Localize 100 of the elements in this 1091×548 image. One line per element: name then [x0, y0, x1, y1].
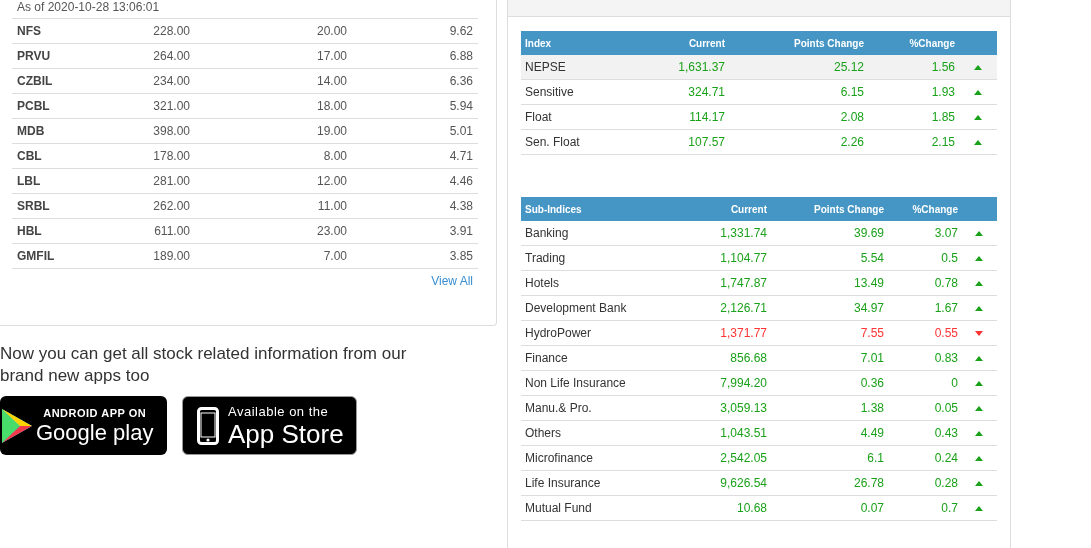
table-cell-text: 178.00 [152, 149, 191, 163]
column-header: Current [687, 37, 726, 49]
table-cell-text: NEPSE [524, 60, 567, 74]
table-cell-text: 39.69 [852, 226, 885, 240]
table-cell-text: 324.71 [687, 85, 726, 99]
table-cell-text: 281.00 [152, 174, 191, 188]
table-cell-text: CBL [16, 149, 43, 163]
table-cell-text: SRBL [16, 199, 51, 213]
table-cell-text: 0.07 [859, 501, 885, 515]
table-cell-text: 1.56 [930, 60, 956, 74]
table-cell-text: 234.00 [152, 74, 191, 88]
table-cell-text: 1.67 [933, 301, 959, 315]
table-cell-text: 8.00 [322, 149, 348, 163]
table-cell-text: Sensitive [524, 85, 575, 99]
play-triangle-icon [2, 408, 32, 443]
table-cell-text: Development Bank [524, 301, 628, 315]
table-cell-text: 9,626.54 [719, 476, 768, 490]
table-cell-text: 2,126.71 [719, 301, 768, 315]
table-cell-text: MDB [16, 124, 46, 138]
table-cell-text: 0.28 [933, 476, 959, 490]
table-cell-text: 4.49 [859, 426, 885, 440]
table-cell-text: Hotels [524, 276, 560, 290]
table-cell-text: 4.46 [448, 174, 474, 188]
table-cell-text: Float [524, 110, 553, 124]
table-cell-text: 107.57 [687, 135, 726, 149]
table-cell-text: 0 [950, 376, 959, 390]
table-cell-text: 5.94 [448, 99, 474, 113]
table-cell-text: Mutual Fund [524, 501, 593, 515]
table-cell-text: Banking [524, 226, 570, 240]
table-cell-text: 0.5 [940, 251, 959, 265]
table-cell-text: 4.38 [448, 199, 474, 213]
app-store-badge[interactable]: Available on the App Store [182, 396, 357, 455]
google-play-badge[interactable]: ANDROID APP ON Google play [0, 396, 167, 455]
table-cell-text: 1.93 [930, 85, 956, 99]
table-cell-text: 0.55 [933, 326, 959, 340]
table-cell-text: 0.43 [933, 426, 959, 440]
table-cell-text: 0.24 [933, 451, 959, 465]
table-cell-text: 228.00 [152, 24, 191, 38]
table-cell-text: Microfinance [524, 451, 595, 465]
table-cell-text: CZBIL [16, 74, 54, 88]
table-cell-text: 1,331.74 [719, 226, 768, 240]
table-cell-text: PCBL [16, 99, 51, 113]
table-cell-text: 114.17 [688, 110, 726, 124]
table-cell-text: 5.01 [448, 124, 474, 138]
table-cell-text: 12.00 [315, 174, 348, 188]
table-cell-text: 26.78 [852, 476, 885, 490]
table-cell-text: 856.68 [729, 351, 768, 365]
table-cell-text: PRVU [16, 49, 52, 63]
table-cell-text: 321.00 [152, 99, 191, 113]
table-cell-text: 5.54 [859, 251, 885, 265]
table-cell-text: Trading [524, 251, 567, 265]
table-cell-text: 1,631.37 [677, 60, 726, 74]
table-cell-text: 14.00 [315, 74, 348, 88]
table-cell-text: 1,371.77 [719, 326, 768, 340]
table-cell-text: 2.15 [930, 135, 956, 149]
column-header: Current [729, 203, 768, 215]
promo-text: Now you can get all stock related information from our brand new apps too [0, 343, 408, 387]
column-header: Points Change [813, 203, 885, 215]
table-cell-text: 2.26 [839, 135, 865, 149]
table-cell-text: 0.83 [933, 351, 959, 365]
table-cell-text: 3,059.13 [719, 401, 768, 415]
table-cell-text: 611.00 [153, 224, 191, 238]
table-cell-text: 20.00 [315, 24, 348, 38]
table-cell-text: GMFIL [16, 249, 56, 263]
table-cell-text: 3.91 [448, 224, 474, 238]
table-cell-text: HydroPower [524, 326, 593, 340]
table-cell-text: Others [524, 426, 562, 440]
table-cell-text: NFS [16, 24, 42, 38]
table-cell-text: 19.00 [315, 124, 348, 138]
table-cell-text: 262.00 [152, 199, 191, 213]
table-cell-text: 18.00 [315, 99, 348, 113]
table-cell-text: 264.00 [152, 49, 191, 63]
table-cell-text: 1,747.87 [719, 276, 768, 290]
table-cell-text: 7.01 [859, 351, 885, 365]
table-cell-text: 1.85 [930, 110, 956, 124]
table-cell-text: 7.00 [322, 249, 348, 263]
table-cell-text: 0.78 [933, 276, 959, 290]
table-cell-text: 6.15 [839, 85, 865, 99]
table-cell-text: 2.08 [839, 110, 865, 124]
table-cell-text: Life Insurance [524, 476, 602, 490]
table-cell-text: 34.97 [852, 301, 885, 315]
column-header: Points Change [793, 37, 865, 49]
table-cell-text: 11.00 [316, 199, 348, 213]
table-cell-text: 4.71 [448, 149, 474, 163]
table-cell-text: 0.05 [933, 401, 959, 415]
table-cell-text: 6.88 [448, 49, 474, 63]
table-cell-text: 7.55 [859, 326, 885, 340]
view-all-link[interactable]: View All [431, 274, 473, 288]
table-cell-text: 398.00 [152, 124, 191, 138]
table-cell-text: 1,104.77 [719, 251, 768, 265]
column-header: %Change [908, 37, 956, 49]
table-cell-text: 0.36 [859, 376, 885, 390]
table-cell-text: 6.36 [448, 74, 474, 88]
table-cell-text: Manu.& Pro. [524, 401, 593, 415]
table-cell-text: 3.07 [933, 226, 959, 240]
table-cell-text: 6.1 [866, 451, 885, 465]
column-header: Sub-Indices [524, 203, 583, 215]
table-cell-text: LBL [16, 174, 42, 188]
table-cell-text: 2,542.05 [719, 451, 768, 465]
table-cell-text: 10.68 [735, 501, 768, 515]
